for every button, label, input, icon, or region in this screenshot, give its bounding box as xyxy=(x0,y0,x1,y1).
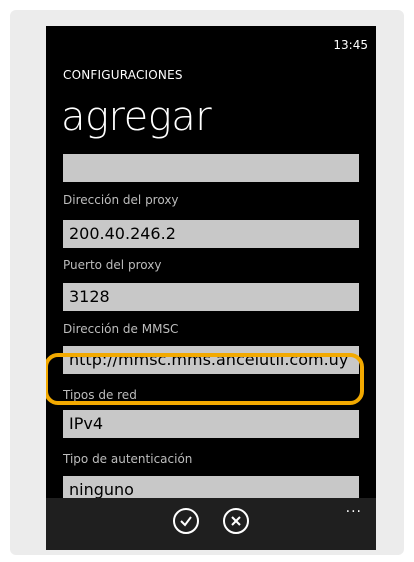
proxy-address-input[interactable]: 200.40.246.2 xyxy=(63,220,359,248)
app-title: CONFIGURACIONES xyxy=(63,68,183,82)
network-type-select[interactable]: IPv4 xyxy=(63,410,359,438)
status-time: 13:45 xyxy=(333,38,368,52)
auth-type-label: Tipo de autenticación xyxy=(63,452,193,466)
page-title: agregar xyxy=(61,94,212,140)
check-icon xyxy=(180,516,192,527)
phone-screen: 13:45 CONFIGURACIONES agregar Dirección … xyxy=(46,26,376,550)
mmsc-address-label: Dirección de MMSC xyxy=(63,322,179,336)
app-bar: ... xyxy=(46,498,376,550)
close-icon xyxy=(231,516,241,526)
more-menu-button[interactable]: ... xyxy=(346,500,362,516)
confirm-button[interactable] xyxy=(173,508,199,534)
field-top-input[interactable] xyxy=(63,154,359,182)
proxy-port-input[interactable]: 3128 xyxy=(63,283,359,311)
proxy-port-label: Puerto del proxy xyxy=(63,258,162,272)
proxy-address-label: Dirección del proxy xyxy=(63,193,179,207)
mmsc-address-input[interactable]: http://mmsc.mms.ancelutil.com.uy xyxy=(63,346,359,374)
network-type-label: Tipos de red xyxy=(63,388,137,402)
cancel-button[interactable] xyxy=(223,508,249,534)
